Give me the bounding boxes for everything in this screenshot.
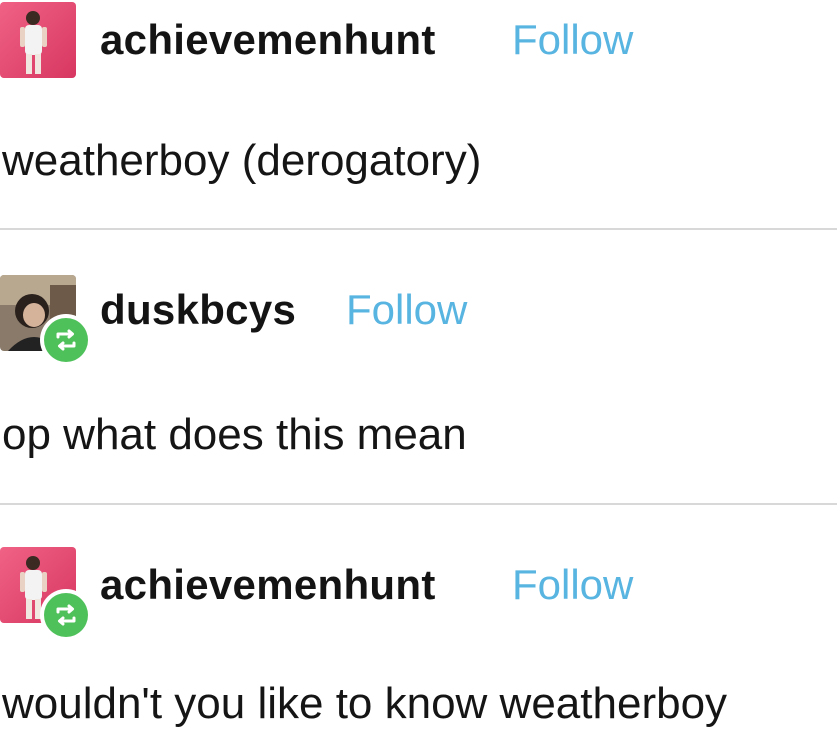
avatar-image	[0, 2, 76, 78]
post-divider	[0, 228, 837, 230]
follow-button[interactable]: Follow	[512, 561, 633, 609]
reblog-badge	[40, 314, 92, 366]
username[interactable]: achievemenhunt	[100, 561, 436, 609]
username[interactable]: duskbcys	[100, 286, 296, 334]
reblog-badge	[40, 589, 92, 641]
username[interactable]: achievemenhunt	[100, 16, 436, 64]
reblog-icon	[44, 318, 88, 362]
post: achievemenhunt Follow weatherboy (deroga…	[0, 0, 837, 185]
post: duskbcys Follow op what does this mean	[0, 270, 837, 459]
user-avatar[interactable]	[0, 2, 76, 78]
reblog-icon	[44, 593, 88, 637]
follow-button[interactable]: Follow	[512, 16, 633, 64]
post-text: wouldn't you like to know weatherboy	[2, 679, 728, 728]
post-text: op what does this mean	[2, 410, 467, 459]
post-text: weatherboy (derogatory)	[2, 136, 482, 185]
post-header: duskbcys Follow	[0, 270, 837, 366]
follow-button[interactable]: Follow	[346, 286, 467, 334]
post: achievemenhunt Follow wouldn't you like …	[0, 545, 837, 728]
post-header: achievemenhunt Follow	[0, 0, 837, 80]
post-header: achievemenhunt Follow	[0, 545, 837, 641]
post-divider	[0, 503, 837, 505]
